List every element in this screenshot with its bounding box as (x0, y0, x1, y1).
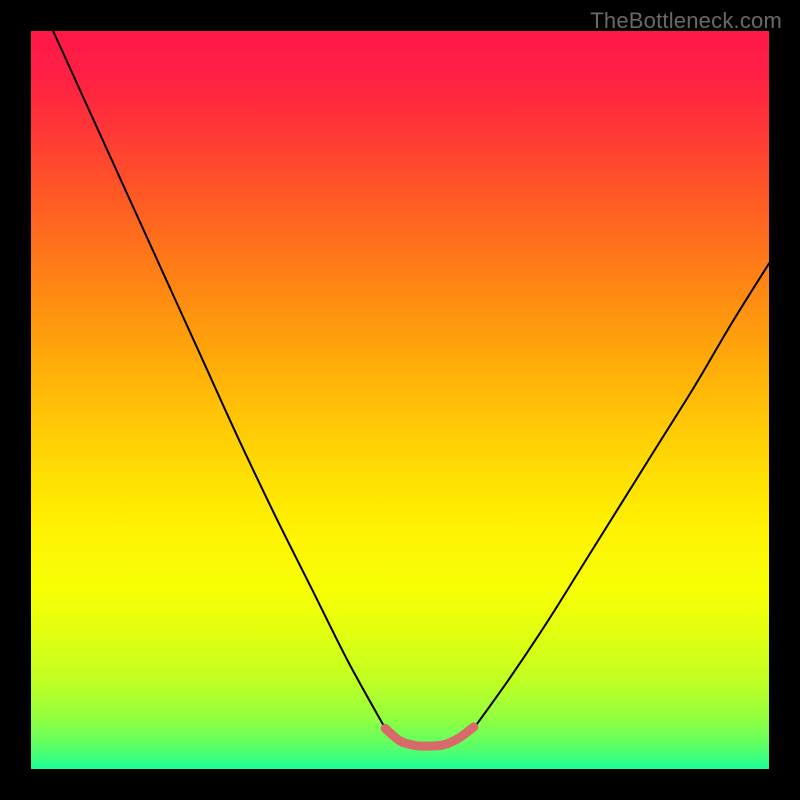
plot-area (31, 31, 769, 769)
watermark-text: TheBottleneck.com (590, 8, 782, 34)
chart-canvas: TheBottleneck.com (0, 0, 800, 800)
series-bottleneck-floor (385, 727, 474, 746)
series-bottleneck-right-arm (474, 263, 769, 728)
series-bottleneck-left-arm (53, 31, 385, 728)
curve-layer (31, 31, 769, 769)
